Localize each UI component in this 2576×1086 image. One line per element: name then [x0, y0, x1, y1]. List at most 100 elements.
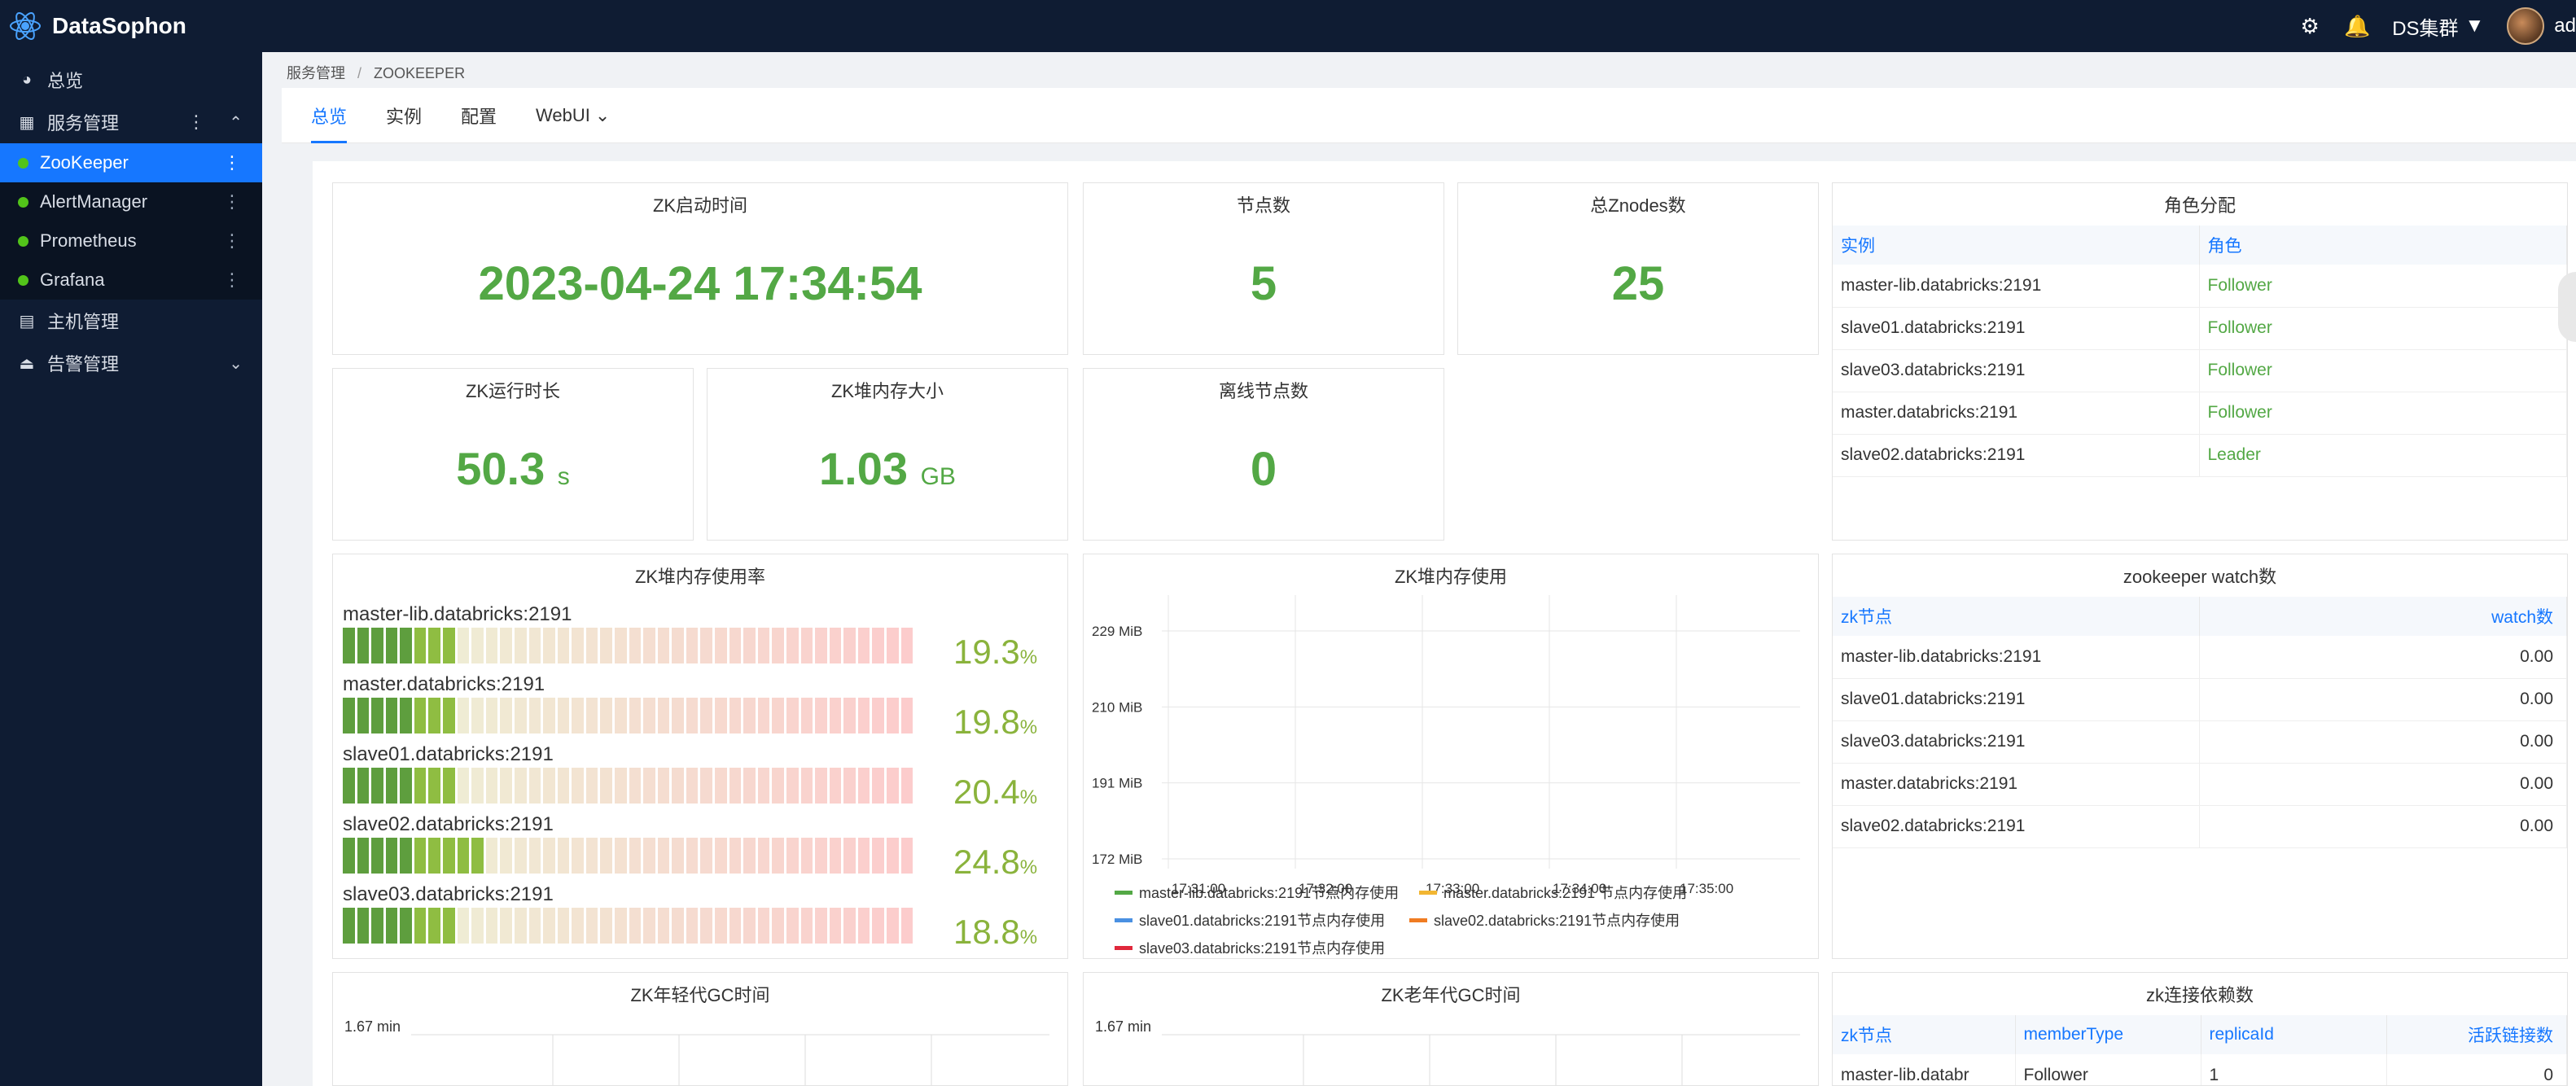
instance-cell: slave03.databricks:2191	[1833, 349, 2200, 392]
gauge-segment	[543, 838, 555, 874]
gauge-segment	[385, 908, 398, 944]
tab-bar: 总览 实例 配置 WebUI ⌄	[282, 88, 2576, 143]
node-cell: slave01.databricks:2191	[1833, 678, 2200, 721]
app-logo[interactable]: DataSophon	[0, 9, 261, 43]
gauge-segment	[743, 698, 756, 733]
gauge-segment	[357, 768, 370, 804]
gauge-segment	[585, 768, 598, 804]
gauge-segment	[572, 768, 584, 804]
gauge-segment	[600, 628, 612, 663]
sidebar-item-service-mgmt[interactable]: ▦ 服务管理 ⋮ ⌃	[0, 101, 262, 143]
tab-webui[interactable]: WebUI ⌄	[536, 88, 610, 143]
gauge-segment	[843, 908, 856, 944]
node-label: master-lib.databricks:2191	[343, 603, 572, 625]
column-header[interactable]: zk节点	[1833, 1015, 2016, 1054]
gauge-segment	[686, 908, 699, 944]
column-header[interactable]: watch数	[2199, 597, 2567, 636]
gauge-segment	[772, 838, 784, 874]
breadcrumb: 服务管理 / ZOOKEEPER	[287, 62, 465, 83]
chevron-down-icon[interactable]: ⌄	[229, 353, 243, 374]
sidebar-item-overview[interactable]: ◕ 总览	[0, 59, 262, 101]
column-header[interactable]: 实例	[1833, 226, 2200, 265]
young-gc-panel: ZK年轻代GC时间 1.67 min	[332, 972, 1068, 1086]
more-icon[interactable]: ⋮	[223, 152, 241, 173]
sidebar-item-label: AlertManager	[40, 191, 148, 212]
column-header[interactable]: replicaId	[2201, 1015, 2387, 1054]
watch-count-cell: 0.00	[2199, 805, 2567, 848]
tab-config[interactable]: 配置	[461, 88, 497, 143]
gauge-segment	[457, 628, 470, 663]
legend-item[interactable]: slave02.databricks:2191节点内存使用	[1409, 909, 1680, 931]
x-tick-label: 17:35:00	[1680, 881, 1733, 896]
percent-unit: %	[1019, 786, 1038, 808]
role-cell: Leader	[2199, 434, 2567, 477]
gauge-segment	[686, 838, 699, 874]
breadcrumb-parent[interactable]: 服务管理	[287, 65, 345, 81]
percent-value: 19.8	[953, 703, 1020, 741]
gauge-segment	[772, 768, 784, 804]
gauge-segment	[614, 768, 627, 804]
logo-icon	[10, 12, 41, 40]
column-header[interactable]: 角色	[2199, 226, 2567, 265]
more-icon[interactable]: ⋮	[187, 112, 205, 133]
gauge-segment	[485, 698, 498, 733]
sidebar-item-zookeeper[interactable]: ZooKeeper ⋮	[0, 143, 262, 182]
legend-item[interactable]: master-lib.databricks:2191节点内存使用	[1115, 882, 1399, 903]
legend-item[interactable]: slave01.databricks:2191节点内存使用	[1115, 909, 1385, 931]
bell-icon[interactable]: 🔔	[2344, 14, 2370, 38]
cluster-selector[interactable]: DS集群 ▼	[2392, 12, 2484, 41]
breadcrumb-current: ZOOKEEPER	[374, 65, 466, 81]
gauge-bar	[343, 838, 913, 874]
gauge-segment	[485, 838, 498, 874]
column-header[interactable]: zk节点	[1833, 597, 2200, 636]
gauge-segment	[457, 908, 470, 944]
column-header[interactable]: 活跃链接数	[2386, 1015, 2567, 1054]
column-header[interactable]: memberType	[2015, 1015, 2201, 1054]
gauge-segment	[657, 768, 670, 804]
gauge-segment	[886, 768, 899, 804]
gauge-segment	[657, 628, 670, 663]
more-icon[interactable]: ⋮	[223, 191, 241, 212]
gauge-segment	[757, 768, 770, 804]
sidebar-item-host-mgmt[interactable]: ▤ 主机管理	[0, 300, 262, 342]
sidebar-item-alert-mgmt[interactable]: ⏏ 告警管理 ⌄	[0, 342, 262, 384]
node-label: slave03.databricks:2191	[343, 883, 554, 905]
avatar[interactable]	[2507, 7, 2545, 45]
user-name[interactable]: ad	[2554, 15, 2576, 37]
table-cell: 0	[2386, 1054, 2567, 1085]
gauge-segment	[385, 838, 398, 874]
chevron-up-icon[interactable]: ⌃	[229, 112, 243, 133]
gauge-segment	[371, 698, 383, 733]
gauge-segment	[543, 768, 555, 804]
gauge-segment	[772, 698, 784, 733]
more-icon[interactable]: ⋮	[223, 269, 241, 291]
gauge-segment	[400, 768, 412, 804]
sidebar: ◕ 总览 ▦ 服务管理 ⋮ ⌃ ZooKeeper ⋮ AlertManager…	[0, 52, 262, 1086]
legend-item[interactable]: master.databricks:2191 节点内存使用	[1419, 882, 1687, 903]
tab-label: 总览	[311, 107, 348, 127]
gauge-segment	[614, 628, 627, 663]
more-icon[interactable]: ⋮	[223, 230, 241, 252]
heap-usage-row: slave01.databricks:2191 20.4%	[343, 743, 1059, 811]
tab-overview[interactable]: 总览	[311, 88, 348, 143]
table-cell: master-lib.databr	[1833, 1054, 2016, 1085]
gauge-segment	[700, 628, 713, 663]
status-dot-icon	[18, 274, 28, 286]
scroll-handle[interactable]	[2558, 272, 2576, 342]
usage-percent: 19.8%	[953, 703, 1037, 742]
gauge-segment	[800, 768, 813, 804]
gauge-segment	[514, 838, 527, 874]
legend-swatch	[1115, 890, 1132, 895]
gauge-segment	[514, 768, 527, 804]
sidebar-item-label: 告警管理	[47, 354, 120, 374]
gauge-segment	[886, 628, 899, 663]
caret-down-icon: ▼	[2464, 15, 2485, 37]
legend-item[interactable]: slave03.databricks:2191节点内存使用	[1115, 937, 1385, 958]
settings-icon[interactable]: ⚙	[2298, 14, 2322, 38]
sidebar-item-grafana[interactable]: Grafana ⋮	[0, 261, 262, 300]
gauge-segment	[414, 908, 427, 944]
gauge-segment	[485, 768, 498, 804]
sidebar-item-alertmanager[interactable]: AlertManager ⋮	[0, 182, 262, 221]
tab-instances[interactable]: 实例	[386, 88, 422, 143]
sidebar-item-prometheus[interactable]: Prometheus ⋮	[0, 221, 262, 261]
